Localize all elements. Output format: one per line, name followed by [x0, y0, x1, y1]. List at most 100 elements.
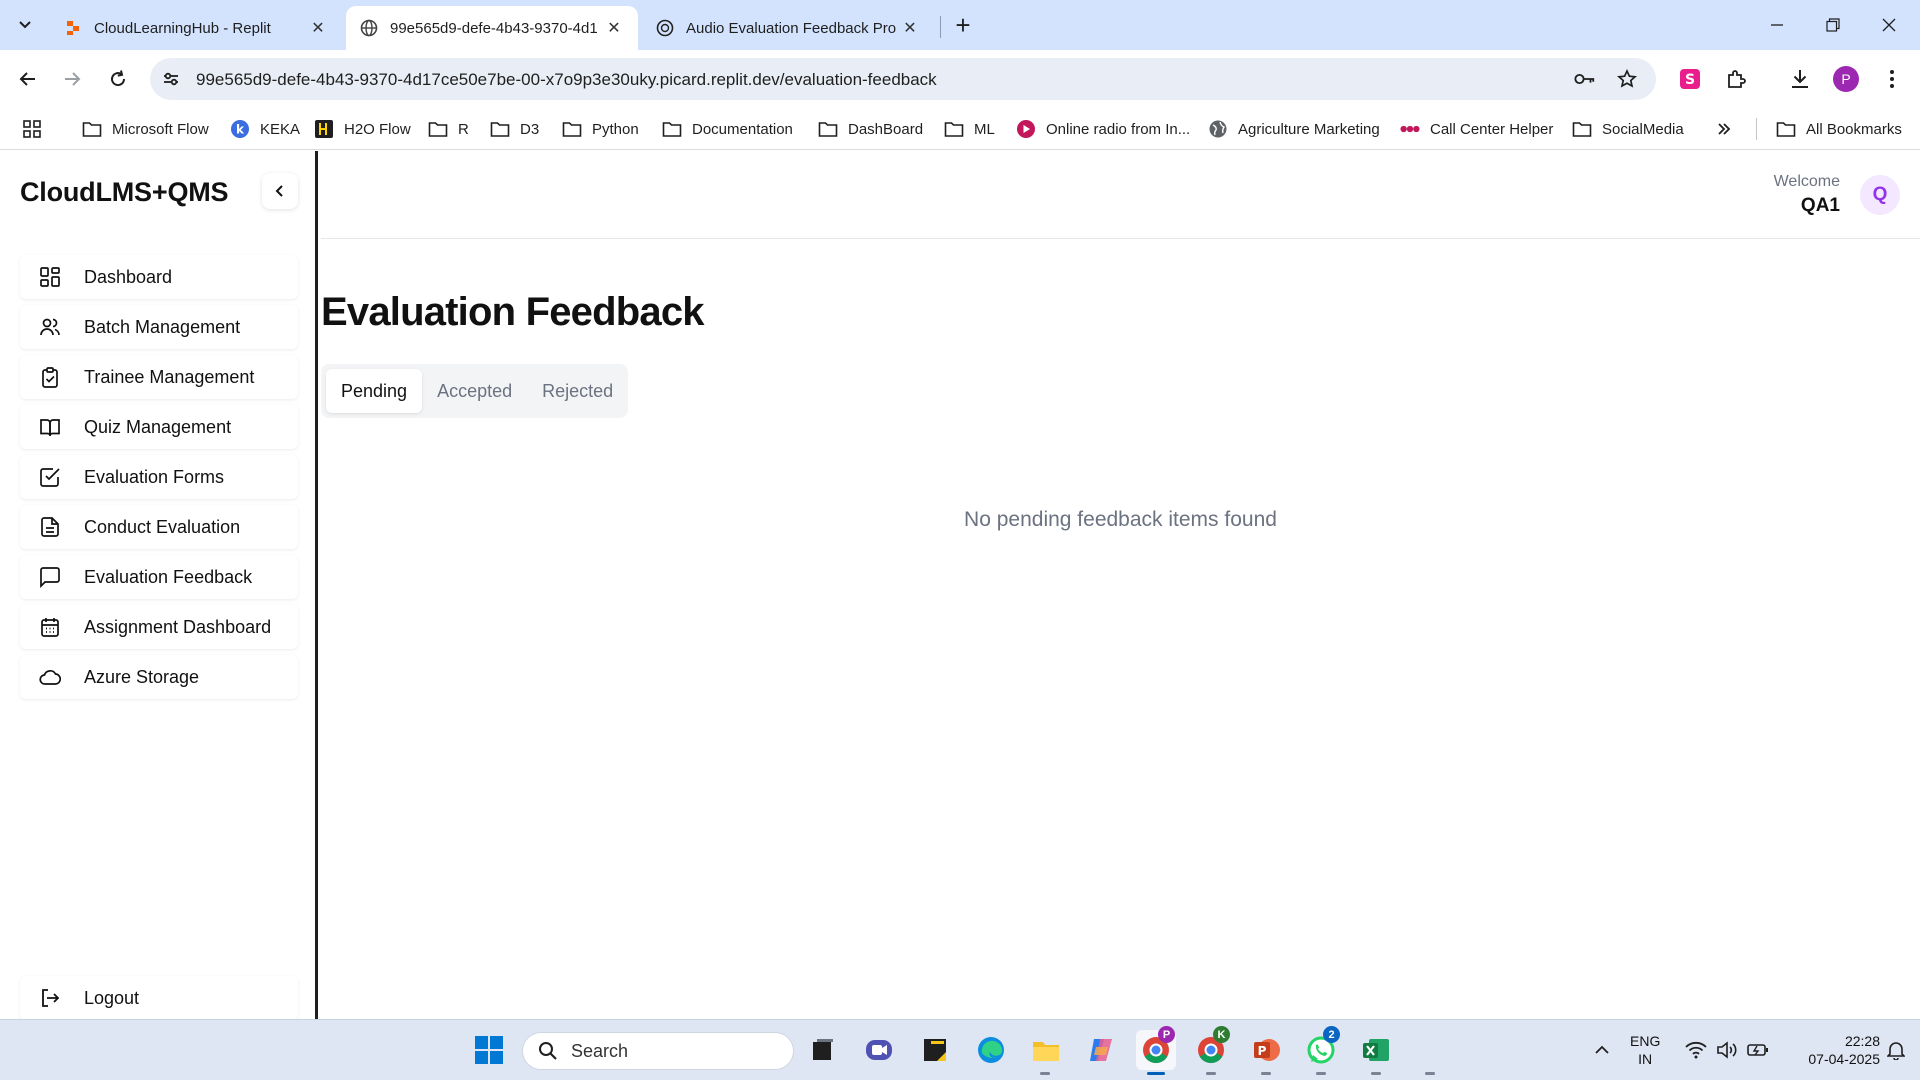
- bookmark-item[interactable]: Microsoft Flow: [82, 116, 209, 142]
- bookmark-item[interactable]: H2O Flow: [314, 116, 411, 142]
- clock[interactable]: 22:28 07-04-2025: [1780, 1032, 1880, 1068]
- browser-tab-2[interactable]: 99e565d9-defe-4b43-9370-4d1 ✕: [346, 6, 638, 50]
- bookmark-item[interactable]: Python: [562, 116, 639, 142]
- chevron-down-icon: [19, 21, 31, 29]
- profile-initial: P: [1833, 66, 1859, 92]
- sidebar-item-batch-management[interactable]: Batch Management: [20, 305, 298, 349]
- close-icon[interactable]: ✕: [604, 18, 624, 38]
- powerpoint-icon[interactable]: P: [1246, 1030, 1286, 1070]
- sidebar-item-azure-storage[interactable]: Azure Storage: [20, 655, 298, 699]
- empty-state-message: No pending feedback items found: [964, 508, 1277, 531]
- sidebar-item-label: Evaluation Feedback: [84, 566, 253, 587]
- bookmark-label: SocialMedia: [1602, 120, 1684, 138]
- bookmark-item[interactable]: SocialMedia: [1572, 116, 1684, 142]
- cloud-icon: [38, 665, 62, 689]
- calendar-icon: [38, 615, 62, 639]
- sticky-notes-icon[interactable]: [915, 1030, 955, 1070]
- sidebar-item-label: Batch Management: [84, 316, 241, 337]
- bookmark-item[interactable]: D3: [490, 116, 539, 142]
- sidebar-item-trainee-management[interactable]: Trainee Management: [20, 355, 298, 399]
- profile-avatar[interactable]: P: [1830, 63, 1862, 95]
- star-icon[interactable]: [1616, 68, 1638, 90]
- arrow-left-icon: [19, 72, 35, 86]
- excel-icon[interactable]: [1356, 1030, 1396, 1070]
- reload-button[interactable]: [102, 63, 134, 95]
- logout-button[interactable]: Logout: [20, 976, 298, 1020]
- teams-meet-icon[interactable]: [859, 1030, 899, 1070]
- tab-accepted[interactable]: Accepted: [422, 369, 527, 413]
- bookmark-label: R: [458, 120, 469, 138]
- check-square-icon: [38, 465, 62, 489]
- browser-toolbar: 99e565d9-defe-4b43-9370-4d17ce50e7be-00-…: [0, 50, 1920, 108]
- bookmark-label: ML: [974, 120, 995, 138]
- bookmark-item[interactable]: k KEKA: [230, 116, 300, 142]
- file-explorer-icon[interactable]: [1026, 1030, 1066, 1070]
- sidebar-item-evaluation-forms[interactable]: Evaluation Forms: [20, 455, 298, 499]
- windows-start-icon[interactable]: [469, 1030, 509, 1070]
- close-icon[interactable]: ✕: [308, 18, 328, 38]
- sidebar-item-assignment-dashboard[interactable]: Assignment Dashboard: [20, 605, 298, 649]
- menu-kebab-icon[interactable]: [1876, 63, 1908, 95]
- folder-icon: [562, 119, 582, 139]
- bookmark-label: Microsoft Flow: [112, 120, 209, 138]
- tab-search-button[interactable]: [8, 10, 42, 40]
- folder-icon: [1776, 119, 1796, 139]
- bookmark-label: H2O Flow: [344, 120, 411, 138]
- notification-bell-icon[interactable]: [1880, 1030, 1912, 1070]
- bookmark-item[interactable]: Call Center Helper: [1400, 116, 1553, 142]
- bookmark-item[interactable]: DashBoard: [818, 116, 923, 142]
- minimize-button[interactable]: [1754, 8, 1800, 42]
- all-bookmarks[interactable]: All Bookmarks: [1776, 116, 1902, 142]
- close-window-button[interactable]: [1866, 8, 1912, 42]
- bookmark-label: Agriculture Marketing: [1238, 120, 1380, 138]
- sidebar-item-conduct-evaluation[interactable]: Conduct Evaluation: [20, 505, 298, 549]
- svg-text:k: k: [236, 123, 245, 137]
- bookmark-item[interactable]: Agriculture Marketing: [1208, 116, 1380, 142]
- sidebar-item-quiz-management[interactable]: Quiz Management: [20, 405, 298, 449]
- tab-rejected[interactable]: Rejected: [527, 369, 628, 413]
- sidebar-item-label: Dashboard: [84, 266, 173, 287]
- close-icon[interactable]: ✕: [900, 18, 920, 38]
- forward-button[interactable]: [56, 63, 88, 95]
- bookmark-item[interactable]: Online radio from In...: [1016, 116, 1190, 142]
- site-info-icon[interactable]: [160, 68, 182, 90]
- clipboard-check-icon: [38, 365, 62, 389]
- tab-pending[interactable]: Pending: [326, 369, 423, 413]
- bookmark-item[interactable]: R: [428, 116, 469, 142]
- address-bar[interactable]: 99e565d9-defe-4b43-9370-4d17ce50e7be-00-…: [150, 58, 1656, 100]
- task-view-icon[interactable]: [803, 1030, 843, 1070]
- bookmark-item[interactable]: Documentation: [662, 116, 793, 142]
- download-icon[interactable]: [1784, 63, 1816, 95]
- chevron-up-icon[interactable]: [1582, 1030, 1622, 1070]
- folder-icon: [490, 119, 510, 139]
- avatar[interactable]: Q: [1860, 175, 1900, 215]
- collapse-sidebar-button[interactable]: [262, 173, 298, 209]
- back-button[interactable]: [12, 63, 44, 95]
- taskbar-search[interactable]: Search: [522, 1032, 794, 1070]
- sidebar-item-label: Conduct Evaluation: [84, 516, 241, 537]
- language-indicator[interactable]: ENG IN: [1630, 1032, 1660, 1068]
- browser-tab-1[interactable]: CloudLearningHub - Replit ✕: [50, 6, 342, 50]
- bookmark-item[interactable]: ML: [944, 116, 995, 142]
- search-icon: [537, 1040, 559, 1062]
- extension-s-icon[interactable]: S: [1674, 63, 1706, 95]
- welcome-block: Welcome QA1: [1774, 173, 1840, 217]
- clock-time: 22:28: [1844, 1033, 1880, 1049]
- sidebar-item-dashboard[interactable]: Dashboard: [20, 255, 298, 299]
- clock-date: 07-04-2025: [1808, 1051, 1880, 1067]
- password-key-icon[interactable]: [1574, 68, 1596, 90]
- browser-tab-3[interactable]: Audio Evaluation Feedback Pro ✕: [642, 6, 934, 50]
- edge-browser-icon[interactable]: [971, 1030, 1011, 1070]
- extensions-puzzle-icon[interactable]: [1720, 63, 1752, 95]
- apps-grid-icon[interactable]: [22, 116, 42, 142]
- more-bookmarks-icon[interactable]: [1716, 116, 1732, 142]
- restore-button[interactable]: [1810, 8, 1856, 42]
- copilot-icon[interactable]: [1081, 1030, 1121, 1070]
- page-title: Evaluation Feedback: [321, 290, 705, 334]
- battery-icon[interactable]: [1738, 1030, 1778, 1070]
- app-header: Welcome QA1 Q: [321, 151, 1920, 239]
- chrome-p-badge: P: [1158, 1026, 1175, 1043]
- sidebar-item-evaluation-feedback[interactable]: Evaluation Feedback: [20, 555, 298, 599]
- bookmark-divider: [1756, 118, 1757, 140]
- new-tab-button[interactable]: +: [948, 10, 978, 40]
